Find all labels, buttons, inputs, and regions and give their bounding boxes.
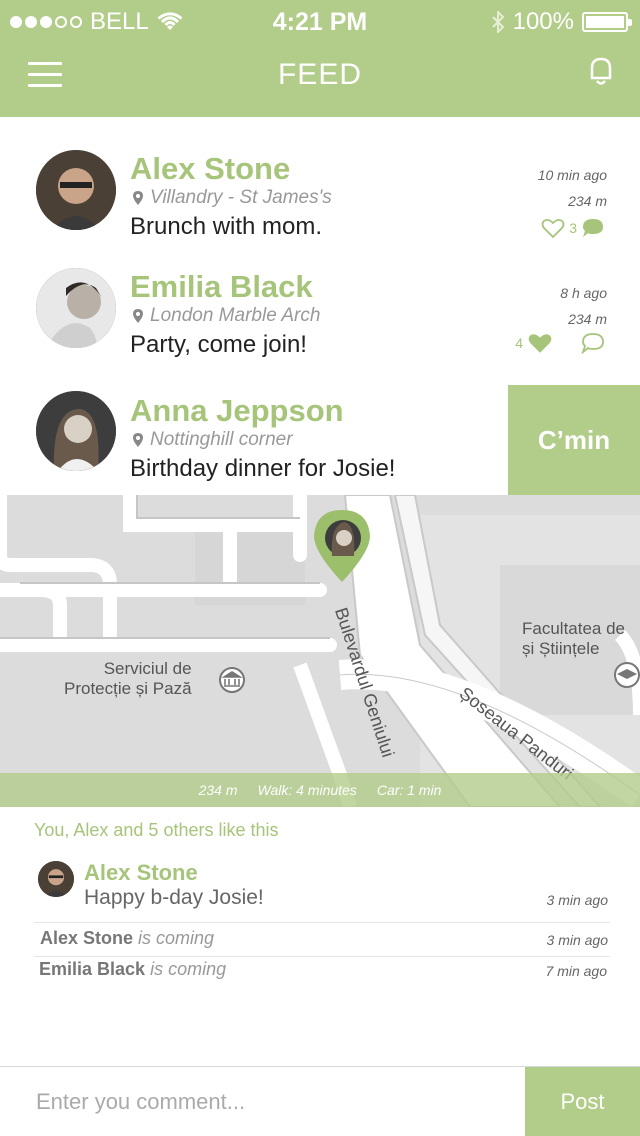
map-view[interactable]: Bulevardul Geniului Șoseaua Panduri Serv… xyxy=(0,495,640,807)
page-title: FEED xyxy=(277,58,362,91)
map-pin-icon[interactable] xyxy=(312,508,376,584)
attendee-status: is coming xyxy=(138,928,215,948)
school-icon xyxy=(614,662,640,688)
bluetooth-icon xyxy=(491,11,505,33)
post-message: Party, come join! xyxy=(130,331,307,358)
poi-label: Serviciul de Protecție și Pază xyxy=(64,659,192,699)
comment-input[interactable] xyxy=(0,1067,524,1136)
route-car: Car: 1 min xyxy=(376,782,442,798)
post-distance: 234 m xyxy=(568,311,607,327)
location: Villandry - St James's xyxy=(132,187,332,209)
comment-count: 3 xyxy=(569,220,577,236)
poi-label: Facultatea de și Științele xyxy=(522,619,626,659)
comment-author[interactable]: Alex Stone xyxy=(84,860,198,886)
post-time: 8 h ago xyxy=(560,285,607,301)
user-name[interactable]: Emilia Black xyxy=(130,269,313,305)
divider xyxy=(34,922,610,923)
feed-item[interactable]: Alex Stone Villandry - St James's Brunch… xyxy=(0,135,640,253)
attendee-item: Emilia Black is coming 7 min ago xyxy=(39,959,609,989)
route-info-bar: 234 m Walk: 4 minutes Car: 1 min xyxy=(0,773,640,807)
heart-outline-icon[interactable] xyxy=(541,217,565,239)
post-button[interactable]: Post xyxy=(525,1067,640,1136)
attendee-name[interactable]: Alex Stone xyxy=(40,928,133,948)
post-message: Birthday dinner for Josie! xyxy=(130,455,396,482)
bell-icon[interactable] xyxy=(588,56,614,88)
bank-icon xyxy=(219,667,245,693)
feed-item[interactable]: Emilia Black London Marble Arch Party, c… xyxy=(0,253,640,371)
app-header: BELL 4:21 PM 100% FEED xyxy=(0,0,640,117)
location-pin-icon xyxy=(133,309,143,323)
post-message: Brunch with mom. xyxy=(130,213,323,240)
comment-text: Happy b-day Josie! xyxy=(84,886,264,909)
location-pin-icon xyxy=(133,433,143,447)
attendee-name[interactable]: Emilia Black xyxy=(39,959,145,979)
attendee-time: 3 min ago xyxy=(546,932,608,948)
nav-bar: FEED xyxy=(0,40,640,117)
like-count: 4 xyxy=(515,335,523,351)
cmin-button[interactable]: C’min xyxy=(508,385,640,495)
comment-item: Alex Stone Happy b-day Josie! 3 min ago xyxy=(34,858,610,920)
route-walk: Walk: 4 minutes xyxy=(257,782,357,798)
comment-outline-icon[interactable] xyxy=(581,332,605,354)
divider xyxy=(34,956,610,957)
user-name[interactable]: Alex Stone xyxy=(130,151,290,187)
status-bar: BELL 4:21 PM 100% xyxy=(0,0,640,40)
post-distance: 234 m xyxy=(568,193,607,209)
avatar[interactable] xyxy=(38,861,74,897)
location: Nottinghill corner xyxy=(132,429,293,451)
avatar[interactable] xyxy=(36,150,116,230)
battery-percent: 100% xyxy=(512,8,574,35)
likes-summary[interactable]: You, Alex and 5 others like this xyxy=(34,820,279,841)
battery-icon xyxy=(582,12,632,32)
avatar[interactable] xyxy=(36,391,116,471)
attendee-time: 7 min ago xyxy=(545,963,607,979)
comment-time: 3 min ago xyxy=(546,892,608,908)
attendee-status: is coming xyxy=(150,959,227,979)
avatar[interactable] xyxy=(36,268,116,348)
comment-composer: Post xyxy=(0,1066,640,1136)
heart-filled-icon[interactable] xyxy=(527,331,553,355)
location-pin-icon xyxy=(133,191,143,205)
comment-filled-icon[interactable] xyxy=(581,217,605,239)
location: London Marble Arch xyxy=(132,305,320,327)
post-time: 10 min ago xyxy=(537,167,607,183)
user-name[interactable]: Anna Jeppson xyxy=(130,393,344,429)
route-distance: 234 m xyxy=(198,782,238,798)
attendee-item: Alex Stone is coming 3 min ago xyxy=(40,928,610,958)
